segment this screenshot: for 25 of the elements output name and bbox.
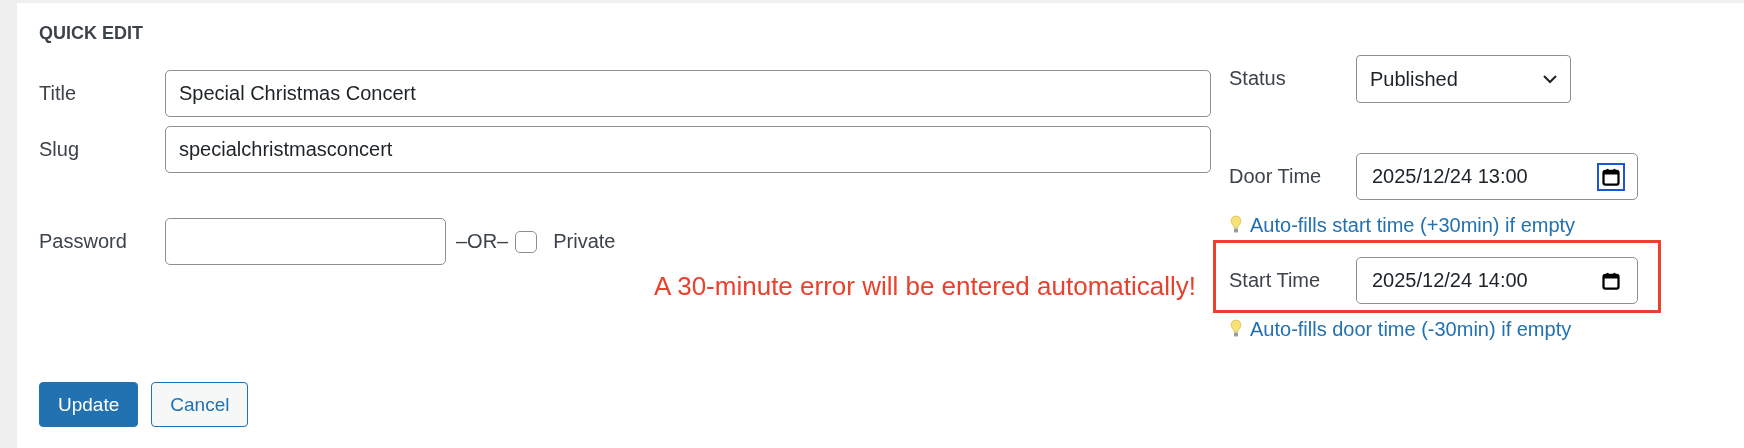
update-button[interactable]: Update	[39, 382, 139, 427]
annotation-text: A 30-minute error will be entered automatically!	[654, 270, 1196, 303]
date-field[interactable]: 2025/12/24 13:00	[1356, 153, 1638, 200]
chevron-down-icon	[1542, 74, 1558, 84]
field-label: Start Time	[1229, 269, 1322, 292]
input-field[interactable]: specialchristmasconcert	[165, 126, 1211, 173]
status-dropdown[interactable]: Published	[1356, 55, 1571, 103]
field-label: Password	[39, 230, 128, 253]
hint-text: Auto-fills door time (-30min) if empty	[1250, 317, 1572, 341]
hint-text: Auto-fills start time (+30min) if empty	[1250, 213, 1576, 237]
calendar-icon[interactable]	[1597, 162, 1625, 191]
lightbulb-icon	[1230, 319, 1242, 339]
password-field[interactable]	[165, 218, 446, 265]
lightbulb-icon	[1230, 215, 1242, 235]
checkbox-label: Private	[553, 230, 616, 253]
separator-text: –OR–	[456, 230, 509, 253]
field-label: Door Time	[1229, 165, 1323, 188]
private-checkbox[interactable]	[515, 230, 538, 253]
input-field[interactable]: Special Christmas Concert	[165, 70, 1211, 117]
field-label: Slug	[39, 138, 81, 161]
field-label: Title	[39, 82, 78, 105]
field-label: Status	[1229, 66, 1287, 90]
cancel-button[interactable]: Cancel	[151, 382, 249, 427]
section-heading: QUICK EDIT	[39, 22, 144, 45]
date-field[interactable]: 2025/12/24 14:00	[1356, 257, 1638, 304]
